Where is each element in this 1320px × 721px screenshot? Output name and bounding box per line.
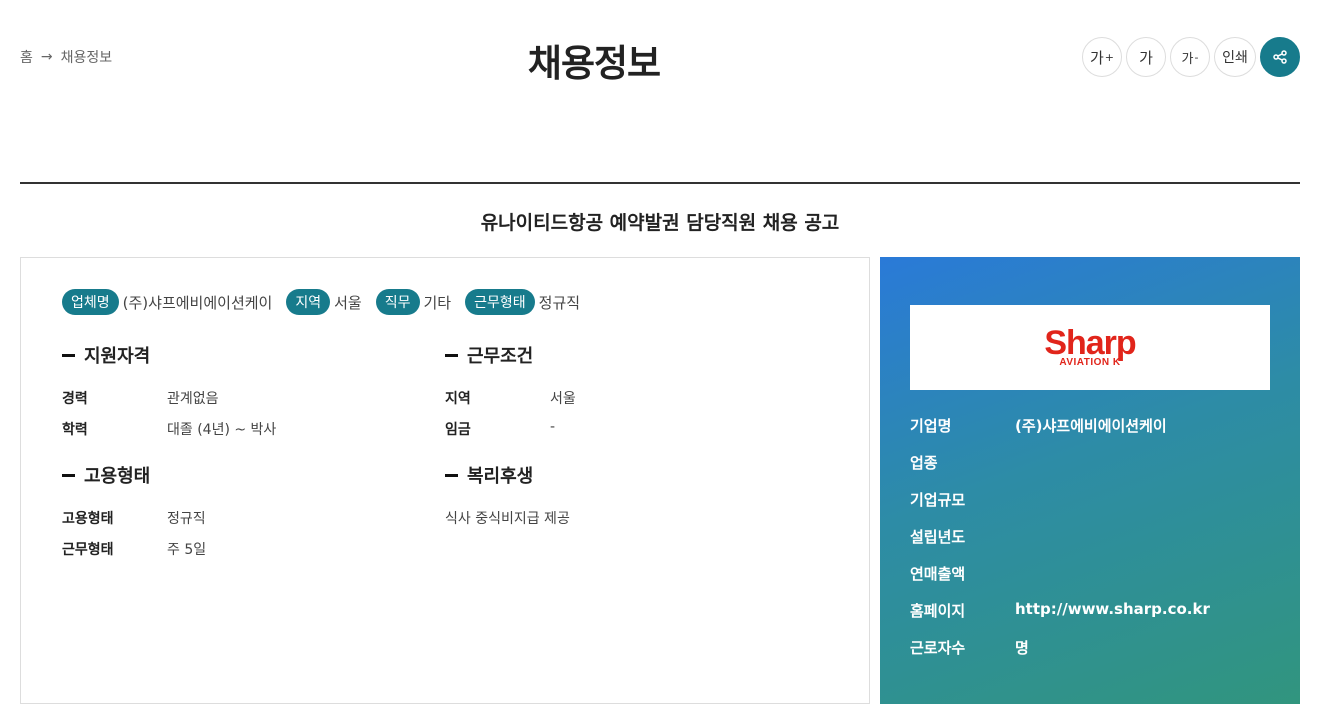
divider bbox=[20, 182, 1300, 184]
company-panel: Sharp AVIATION K 기업명 (주)샤프에비에이션케이 업종 기업규모… bbox=[880, 257, 1300, 704]
section-heading: 고용형태 bbox=[62, 462, 422, 488]
conditions-section: 근무조건 지역 서울 임금 - bbox=[445, 342, 805, 450]
minus-icon: - bbox=[1194, 50, 1199, 64]
dash-icon bbox=[62, 353, 75, 357]
font-decrease-button[interactable]: 가- bbox=[1170, 37, 1210, 77]
font-reset-button[interactable]: 가 bbox=[1126, 37, 1166, 77]
company-row: 홈페이지 http://www.sharp.co.kr bbox=[910, 600, 1210, 637]
plus-icon: + bbox=[1104, 50, 1115, 64]
tag-company-value: (주)샤프에비에이션케이 bbox=[122, 293, 273, 312]
info-row: 임금 - bbox=[445, 419, 556, 438]
employment-section: 고용형태 고용형태 정규직 근무형태 주 5일 bbox=[62, 462, 422, 570]
print-button[interactable]: 인쇄 bbox=[1214, 37, 1256, 77]
share-button[interactable] bbox=[1260, 37, 1300, 77]
welfare-section: 복리후생 식사 중식비지급 제공 bbox=[445, 462, 805, 528]
tag-worktype-label: 근무형태 bbox=[465, 289, 535, 315]
section-heading: 근무조건 bbox=[445, 342, 805, 368]
tag-row: 업체명 (주)샤프에비에이션케이 지역 서울 직무 기타 근무형태 정규직 bbox=[62, 289, 594, 315]
info-row: 근무형태 주 5일 bbox=[62, 542, 207, 558]
company-row: 설립년도 bbox=[910, 528, 966, 546]
info-row: 지역 서울 bbox=[445, 391, 576, 407]
company-row: 기업규모 bbox=[910, 491, 966, 509]
font-increase-button[interactable]: 가 + bbox=[1082, 37, 1122, 77]
info-row: 경력 관계없음 bbox=[62, 391, 219, 407]
homepage-link[interactable]: http://www.sharp.co.kr bbox=[1015, 600, 1210, 637]
section-heading: 복리후생 bbox=[445, 462, 805, 488]
qualification-section: 지원자격 경력 관계없음 학력 대졸 (4년) ~ 박사 bbox=[62, 342, 422, 450]
dash-icon bbox=[445, 353, 458, 357]
tag-region-value: 서울 bbox=[334, 293, 362, 312]
company-info: 기업명 (주)샤프에비에이션케이 업종 기업규모 설립년도 연매출액 홈페이지 ht… bbox=[910, 415, 1210, 674]
tag-job-label: 직무 bbox=[375, 289, 420, 315]
page-title: 채용정보 bbox=[527, 42, 661, 85]
dash-icon bbox=[445, 473, 458, 477]
company-row: 연매출액 bbox=[910, 565, 966, 583]
tag-company-label: 업체명 bbox=[62, 289, 119, 315]
job-detail-panel: 업체명 (주)샤프에비에이션케이 지역 서울 직무 기타 근무형태 정규직 지원… bbox=[20, 257, 870, 704]
sharp-aviation-logo: Sharp AVIATION K bbox=[1044, 323, 1136, 368]
toolbar: 가 + 가 가- 인쇄 bbox=[1082, 37, 1300, 77]
tag-region-label: 지역 bbox=[286, 289, 331, 315]
welfare-text: 식사 중식비지급 제공 bbox=[445, 511, 570, 527]
info-row: 고용형태 정규직 bbox=[62, 511, 206, 527]
company-row: 업종 bbox=[910, 454, 938, 472]
company-row: 기업명 (주)샤프에비에이션케이 bbox=[910, 417, 1167, 435]
section-heading: 지원자격 bbox=[62, 342, 422, 368]
tag-worktype-value: 정규직 bbox=[538, 293, 581, 312]
share-icon bbox=[1273, 50, 1287, 64]
company-logo: Sharp AVIATION K bbox=[910, 305, 1270, 390]
dash-icon bbox=[62, 473, 75, 477]
info-row: 학력 대졸 (4년) ~ 박사 bbox=[62, 422, 277, 438]
tag-job-value: 기타 bbox=[423, 293, 452, 312]
company-row: 근로자수 명 bbox=[910, 639, 1029, 657]
post-title: 유나이티드항공 예약발권 담당직원 채용 공고 bbox=[480, 212, 840, 234]
